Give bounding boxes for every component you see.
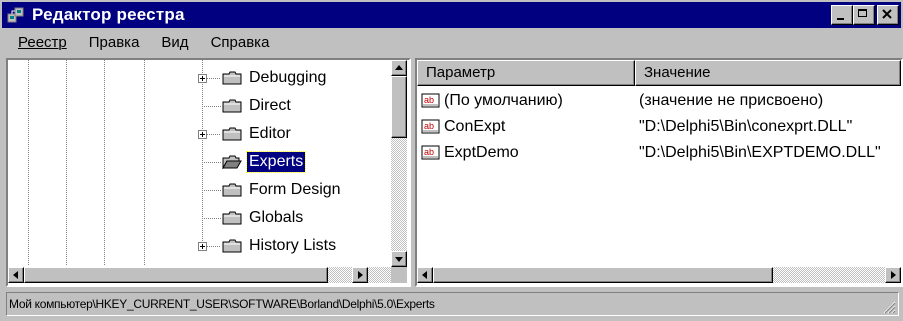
- scroll-right-button[interactable]: [885, 267, 901, 283]
- tree-item-label: Experts: [245, 151, 307, 173]
- scroll-down-button[interactable]: [391, 251, 407, 267]
- column-header-name[interactable]: Параметр: [417, 60, 635, 86]
- scroll-thumb[interactable]: [391, 76, 407, 138]
- tree-item-label: Debugging: [249, 69, 327, 86]
- tree-item-direct[interactable]: Direct: [222, 92, 293, 120]
- tree-item-label: Editor: [249, 125, 291, 142]
- scroll-left-button[interactable]: [8, 267, 24, 283]
- folder-icon: [222, 99, 242, 113]
- minimize-button[interactable]: [831, 5, 853, 25]
- menu-view[interactable]: Вид: [147, 32, 196, 54]
- svg-text:ab: ab: [424, 121, 434, 131]
- expand-toggle-editor[interactable]: [198, 130, 207, 139]
- minimize-icon: [837, 18, 844, 20]
- expand-toggle-history-lists[interactable]: [198, 242, 207, 251]
- arrow-down-icon: [395, 257, 403, 262]
- maximize-icon: [858, 9, 867, 17]
- arrow-left-icon: [422, 271, 427, 279]
- value-data: "D:\Delphi5\Bin\EXPTDEMO.DLL": [639, 144, 881, 161]
- values-horizontal-scrollbar[interactable]: [417, 267, 901, 283]
- menu-bar: Реестр Правка Вид Справка: [6, 32, 277, 54]
- scroll-right-button[interactable]: [352, 267, 368, 283]
- tree-item-label: Direct: [249, 97, 291, 114]
- scroll-thumb[interactable]: [24, 267, 328, 283]
- menu-help[interactable]: Справка: [197, 32, 278, 54]
- folder-icon: [222, 183, 242, 197]
- expand-toggle-debugging[interactable]: [198, 74, 207, 83]
- column-header-value[interactable]: Значение: [635, 60, 901, 86]
- value-data: "D:\Delphi5\Bin\conexprt.DLL": [639, 118, 853, 135]
- value-name: ExptDemo: [444, 144, 519, 161]
- arrow-up-icon: [395, 65, 403, 70]
- maximize-button[interactable]: [853, 5, 875, 25]
- value-name: (По умолчанию): [444, 92, 563, 109]
- arrow-right-icon: [358, 271, 363, 279]
- tree-item-globals[interactable]: Globals: [222, 204, 305, 232]
- regedit-icon: [6, 6, 26, 24]
- list-item[interactable]: ab (По умолчанию): [421, 88, 563, 114]
- scroll-left-button[interactable]: [417, 267, 433, 283]
- tree-horizontal-scrollbar[interactable]: [8, 267, 391, 283]
- close-button[interactable]: [877, 5, 899, 25]
- tree-item-label: Globals: [249, 209, 304, 226]
- resize-grip-icon[interactable]: [882, 299, 896, 314]
- values-pane[interactable]: Параметр Значение ab (По умолчанию) (зна…: [415, 58, 903, 287]
- close-icon: [882, 9, 892, 19]
- tree-item-debugging[interactable]: Debugging: [222, 64, 328, 92]
- tree-item-label: History Lists: [249, 237, 337, 254]
- scrollbar-corner: [391, 267, 407, 283]
- string-value-icon: ab: [421, 145, 441, 161]
- value-name: ConExpt: [444, 118, 506, 135]
- list-item[interactable]: ab ConExpt: [421, 114, 505, 140]
- registry-editor-window: Редактор реестра Реестр Правка Вид Справ…: [0, 0, 903, 320]
- arrow-left-icon: [13, 271, 18, 279]
- menu-edit[interactable]: Правка: [75, 32, 148, 54]
- value-data: (значение не присвоено): [639, 92, 824, 109]
- folder-icon: [222, 71, 242, 85]
- tree-pane[interactable]: Debugging Direct Editor Experts Form Des…: [6, 58, 411, 287]
- scroll-thumb[interactable]: [433, 267, 773, 283]
- status-bar: Мой компьютер\HKEY_CURRENT_USER\SOFTWARE…: [6, 292, 899, 316]
- svg-text:ab: ab: [424, 147, 434, 157]
- tree-vertical-scrollbar[interactable]: [391, 60, 407, 267]
- tree-item-editor[interactable]: Editor: [222, 120, 293, 148]
- tree-item-form-design[interactable]: Form Design: [222, 176, 343, 204]
- menu-registry[interactable]: Реестр: [6, 32, 75, 54]
- string-value-icon: ab: [421, 119, 441, 135]
- arrow-right-icon: [891, 271, 896, 279]
- tree-item-experts[interactable]: Experts: [222, 148, 307, 176]
- folder-icon: [222, 211, 242, 225]
- tree-item-history-lists[interactable]: History Lists: [222, 232, 338, 260]
- window-title: Редактор реестра: [32, 5, 185, 24]
- tree-item-label: Form Design: [249, 181, 341, 198]
- string-value-icon: ab: [421, 93, 441, 109]
- status-path: Мой компьютер\HKEY_CURRENT_USER\SOFTWARE…: [9, 297, 435, 311]
- open-folder-icon: [222, 155, 242, 169]
- folder-icon: [222, 239, 242, 253]
- svg-text:ab: ab: [424, 95, 434, 105]
- title-bar[interactable]: Редактор реестра: [2, 2, 901, 28]
- scroll-up-button[interactable]: [391, 60, 407, 76]
- list-item[interactable]: ab ExptDemo: [421, 140, 519, 166]
- folder-icon: [222, 127, 242, 141]
